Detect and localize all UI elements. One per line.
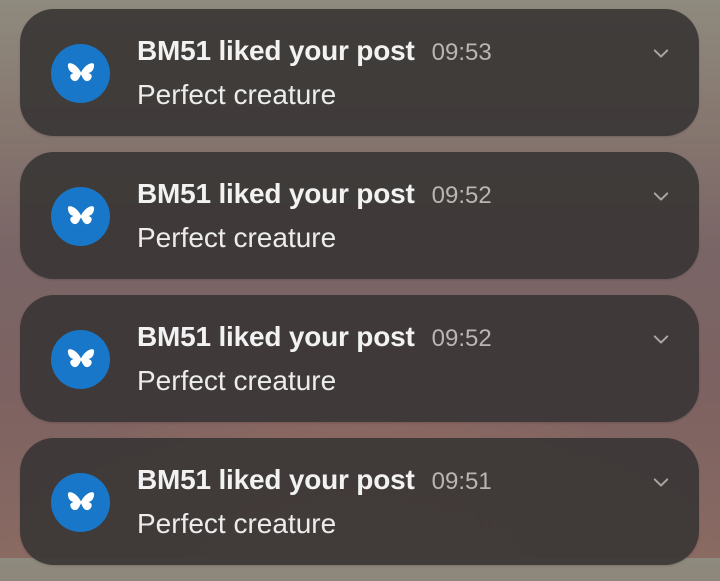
notification-time: 09:51 xyxy=(431,468,492,495)
notification-time: 09:53 xyxy=(431,39,492,66)
notification-card[interactable]: BM51 liked your post 09:53 Perfect creat… xyxy=(20,9,699,136)
notification-header: BM51 liked your post 09:51 xyxy=(137,464,492,496)
bluesky-butterfly-icon xyxy=(51,44,110,103)
notification-title: BM51 liked your post xyxy=(137,35,415,66)
bluesky-butterfly-icon xyxy=(51,330,110,389)
notification-title: BM51 liked your post xyxy=(137,178,415,209)
chevron-down-icon[interactable] xyxy=(653,45,669,61)
notification-header: BM51 liked your post 09:53 xyxy=(137,35,492,67)
notification-card[interactable]: BM51 liked your post 09:51 Perfect creat… xyxy=(20,438,699,565)
notification-message: Perfect creature xyxy=(137,365,337,396)
notification-title: BM51 liked your post xyxy=(137,464,415,495)
notification-card[interactable]: BM51 liked your post 09:52 Perfect creat… xyxy=(20,295,699,422)
notification-message: Perfect creature xyxy=(137,222,337,253)
bluesky-butterfly-icon xyxy=(51,187,110,246)
bluesky-butterfly-icon xyxy=(51,473,110,532)
chevron-down-icon[interactable] xyxy=(653,474,669,490)
notification-title: BM51 liked your post xyxy=(137,321,415,352)
notification-time: 09:52 xyxy=(431,182,492,209)
notification-header: BM51 liked your post 09:52 xyxy=(137,178,492,210)
notification-header: BM51 liked your post 09:52 xyxy=(137,321,492,353)
chevron-down-icon[interactable] xyxy=(653,331,669,347)
notification-list: BM51 liked your post 09:53 Perfect creat… xyxy=(20,9,699,581)
notification-message: Perfect creature xyxy=(137,508,337,539)
notification-card[interactable]: BM51 liked your post 09:52 Perfect creat… xyxy=(20,152,699,279)
notification-time: 09:52 xyxy=(431,325,492,352)
chevron-down-icon[interactable] xyxy=(653,188,669,204)
notification-message: Perfect creature xyxy=(137,79,337,110)
